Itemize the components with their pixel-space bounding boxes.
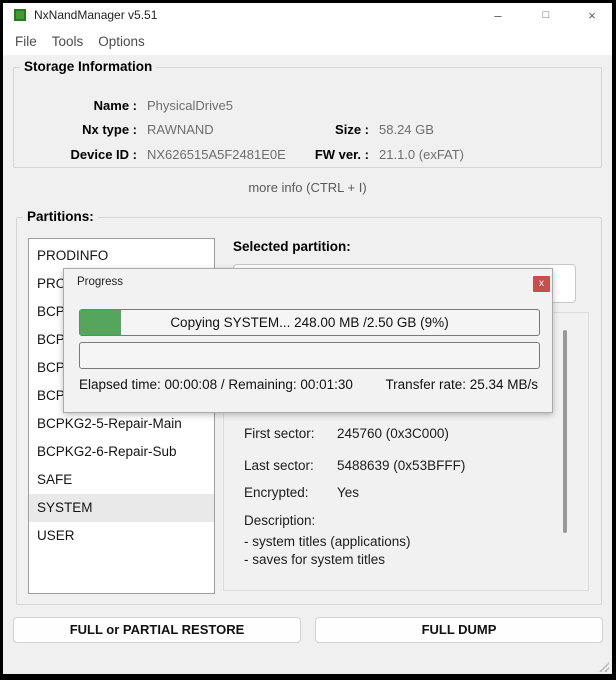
- last-sector-label: Last sector:: [244, 458, 314, 474]
- storage-info-title: Storage Information: [20, 59, 156, 74]
- close-button[interactable]: ×: [575, 3, 609, 28]
- title-bar: NxNandManager v5.51 – □ ×: [3, 3, 612, 28]
- fw-ver-value: 21.1.0 (exFAT): [379, 147, 464, 163]
- fw-ver-label: FW ver. :: [214, 147, 369, 163]
- progress-dialog-title: Progress: [77, 276, 123, 288]
- window-title: NxNandManager v5.51: [34, 8, 157, 22]
- copy-progress-bar: Copying SYSTEM... 248.00 MB /2.50 GB (9%…: [79, 309, 540, 336]
- menu-tools[interactable]: Tools: [52, 34, 84, 49]
- name-label: Name :: [14, 98, 137, 114]
- full-or-partial-restore-button[interactable]: FULL or PARTIAL RESTORE: [13, 617, 301, 643]
- description-line: - saves for system titles: [244, 552, 385, 568]
- partition-item[interactable]: USER: [29, 522, 214, 550]
- encrypted-label: Encrypted:: [244, 485, 309, 501]
- progress-dialog: Progress x Copying SYSTEM... 248.00 MB /…: [63, 268, 553, 413]
- transfer-rate-text: Transfer rate: 25.34 MB/s: [385, 377, 538, 392]
- app-icon: [14, 9, 26, 21]
- description-label: Description:: [244, 513, 315, 529]
- partition-item[interactable]: BCPKG2-6-Repair-Sub: [29, 438, 214, 466]
- partition-item[interactable]: BCPKG2-5-Repair-Main: [29, 410, 214, 438]
- description-line: - system titles (applications): [244, 534, 411, 550]
- partition-item[interactable]: SYSTEM: [29, 494, 214, 522]
- encrypted-value: Yes: [337, 485, 359, 501]
- full-dump-button[interactable]: FULL DUMP: [315, 617, 603, 643]
- name-value: PhysicalDrive5: [147, 98, 233, 114]
- nx-type-value: RAWNAND: [147, 122, 214, 138]
- menu-file[interactable]: File: [15, 34, 37, 49]
- app-window: NxNandManager v5.51 – □ × File Tools Opt…: [3, 3, 612, 674]
- partitions-title: Partitions:: [23, 209, 98, 224]
- menu-options[interactable]: Options: [98, 34, 145, 49]
- partition-item[interactable]: SAFE: [29, 466, 214, 494]
- resize-grip[interactable]: [599, 662, 609, 672]
- storage-info-group: Storage Information Name : PhysicalDrive…: [13, 67, 602, 168]
- elapsed-remaining-text: Elapsed time: 00:00:08 / Remaining: 00:0…: [79, 377, 353, 392]
- menu-bar: File Tools Options: [3, 28, 612, 55]
- last-sector-value: 5488639 (0x53BFFF): [337, 458, 465, 474]
- first-sector-label: First sector:: [244, 426, 315, 442]
- size-value: 58.24 GB: [379, 122, 434, 138]
- first-sector-value: 245760 (0x3C000): [337, 426, 449, 442]
- details-scrollbar[interactable]: [563, 330, 567, 533]
- minimize-button[interactable]: –: [481, 3, 515, 28]
- progress-bar-text: Copying SYSTEM... 248.00 MB /2.50 GB (9%…: [80, 310, 539, 336]
- maximize-button[interactable]: □: [529, 3, 563, 28]
- nx-type-label: Nx type :: [14, 122, 137, 138]
- size-label: Size :: [214, 122, 369, 138]
- more-info-link[interactable]: more info (CTRL + I): [3, 180, 612, 195]
- device-id-label: Device ID :: [14, 147, 137, 163]
- partition-item[interactable]: PRODINFO: [29, 242, 214, 270]
- secondary-progress-bar: [79, 342, 540, 369]
- selected-partition-title: Selected partition:: [233, 239, 351, 254]
- dialog-close-icon[interactable]: x: [533, 276, 550, 292]
